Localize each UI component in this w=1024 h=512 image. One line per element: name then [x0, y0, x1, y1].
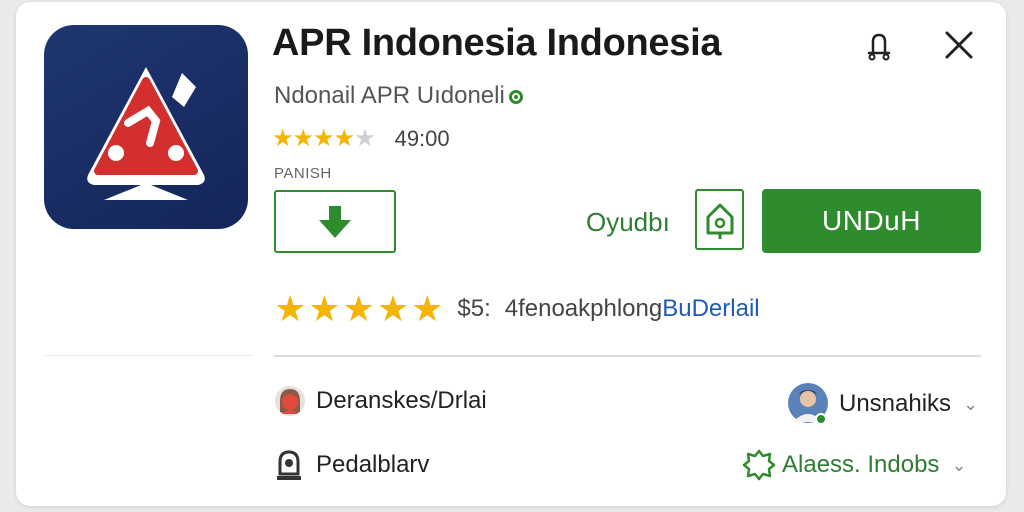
divider	[274, 355, 981, 357]
install-button[interactable]: UNDuH	[762, 189, 981, 253]
chevron-down-icon[interactable]: ⌄	[963, 394, 978, 415]
review-details-link[interactable]: BuDerlail	[662, 295, 759, 323]
review-text: 4fenoakphlong	[504, 295, 663, 322]
meta-label-right-top: Unsnahiks	[839, 390, 952, 417]
meta-item-right-top[interactable]: Unsnahiks ⌄	[787, 382, 978, 426]
download-arrow-icon	[319, 205, 351, 238]
lock-person-icon	[277, 450, 301, 480]
developer-label: Ndonail APR Uıdoneli	[274, 82, 505, 109]
meta-label-left-top: Deranskes/Drlai	[316, 387, 487, 414]
reviews-row: ★★★★★ $5: 4fenoakphlong BuDerlail	[274, 288, 760, 330]
avatar-red-icon	[275, 386, 305, 416]
meta-label-left-bottom: Pedalblarv	[316, 451, 430, 478]
secondary-link[interactable]: Oyudbı	[586, 207, 670, 238]
review-stars: ★★★★★	[274, 288, 446, 329]
meta-item-right-bottom[interactable]: Alaess. Indobs ⌄	[742, 448, 967, 482]
verified-dot-icon	[508, 90, 523, 104]
app-logo-icon	[44, 25, 248, 229]
avatar-photo-icon	[788, 383, 828, 425]
divider-short	[44, 355, 254, 356]
rating-stars: ★★★★★	[272, 125, 376, 152]
meta-item-left-bottom[interactable]: Pedalblarv	[274, 448, 429, 482]
chevron-down-icon[interactable]: ⌄	[951, 455, 966, 476]
close-icon[interactable]	[942, 28, 976, 62]
rating-value: 49:00	[394, 125, 450, 151]
review-score: $5:	[457, 295, 491, 322]
meta-item-left-top[interactable]: Deranskes/Drlai	[274, 384, 487, 418]
category-badge: PANISH	[274, 165, 332, 182]
app-title: APR Indonesia Indonesia	[272, 22, 722, 64]
rating-summary: ★★★★★ 49:00	[272, 124, 450, 153]
download-button[interactable]	[274, 190, 396, 253]
home-icon	[706, 203, 733, 239]
gear-badge-icon	[742, 449, 776, 481]
meta-label-right-bottom: Alaess. Indobs	[782, 451, 940, 478]
developer-name[interactable]: Ndonail APR Uıdoneli	[274, 82, 523, 110]
home-button[interactable]	[695, 189, 744, 250]
bell-share-icon[interactable]	[862, 28, 896, 62]
